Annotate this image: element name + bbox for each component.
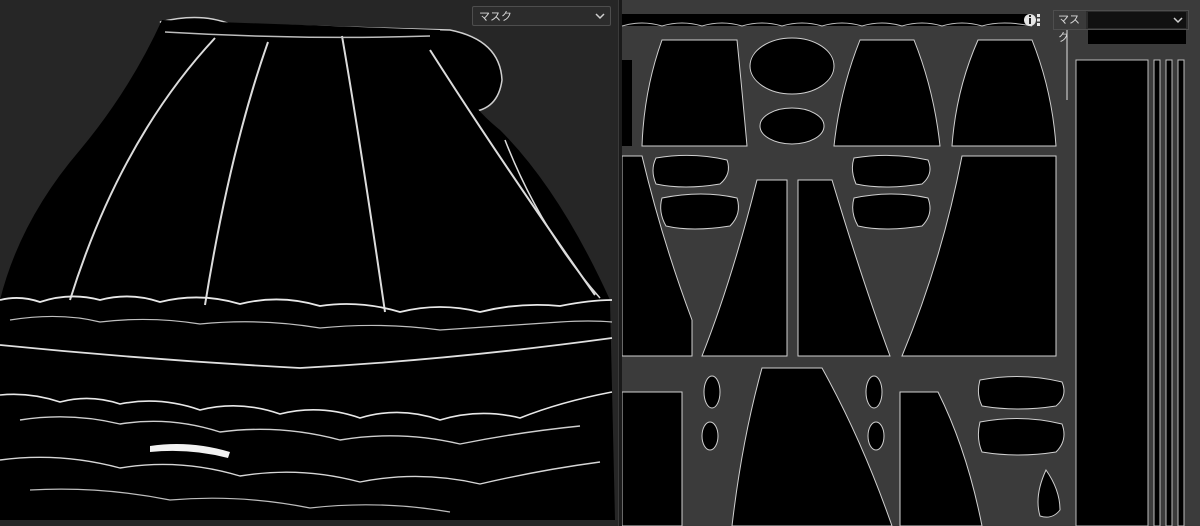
info-icon[interactable]: [1024, 12, 1042, 28]
uv-island: [652, 154, 729, 188]
uv-island: [977, 417, 1065, 456]
skirt-3d-model: [0, 16, 615, 520]
uv-island: [1075, 59, 1149, 526]
uv-island: [1037, 469, 1061, 518]
uv-island: [622, 60, 632, 146]
uv-island: [622, 391, 683, 526]
chevron-down-icon: [1173, 17, 1183, 24]
uv-island: [852, 193, 931, 230]
uv-island: [749, 37, 835, 95]
uv-island: [833, 39, 941, 147]
3d-viewport[interactable]: マスク: [0, 0, 618, 526]
uv-island: [901, 155, 1057, 357]
uv-island: [641, 39, 748, 147]
uv-island: [660, 193, 739, 230]
uv-island: [1177, 59, 1185, 526]
uv-viewport[interactable]: [622, 0, 1200, 526]
uv-channel-dropdown-value: マスク: [1054, 11, 1086, 44]
uv-island: [1165, 59, 1173, 526]
uv-island: [951, 39, 1057, 147]
uv-island: [899, 391, 983, 526]
chevron-down-icon: [595, 13, 605, 20]
uv-island: [703, 375, 721, 409]
uv-island: [1088, 30, 1186, 44]
uv-island: [851, 154, 931, 188]
uv-channel-dropdown[interactable]: マスク: [1053, 10, 1189, 44]
uv-island: [1153, 59, 1161, 526]
uv-island: [865, 375, 883, 409]
uv-island: [701, 421, 719, 451]
uv-layout: [622, 14, 1186, 526]
channel-dropdown-value: マスク: [479, 10, 512, 23]
uv-island: [759, 107, 825, 145]
skirt-body: [0, 20, 615, 520]
channel-dropdown[interactable]: マスク: [472, 6, 611, 26]
uv-island: [977, 375, 1065, 410]
uv-island: [867, 421, 885, 451]
